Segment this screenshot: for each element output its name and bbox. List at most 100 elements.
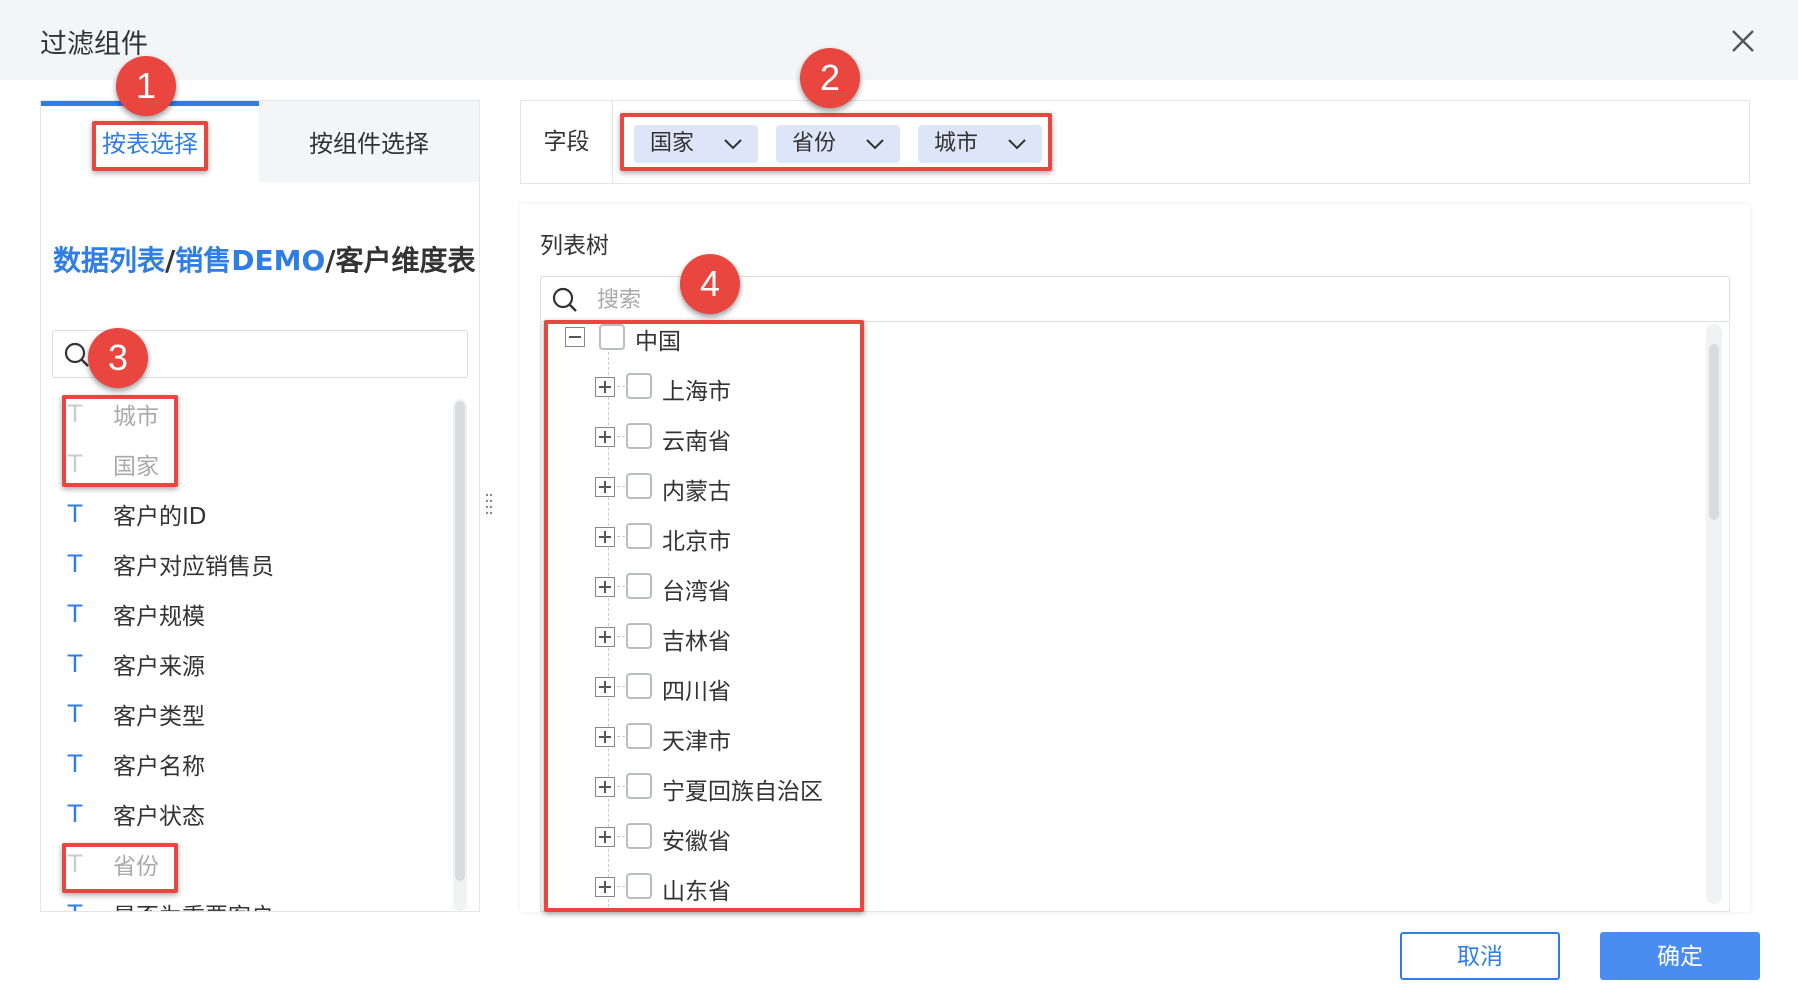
tab-by-component[interactable]: 按组件选择	[259, 101, 479, 182]
expand-icon[interactable]	[595, 677, 615, 697]
field-label: 客户规模	[113, 604, 205, 630]
expand-icon[interactable]	[595, 377, 615, 397]
tree-search-input[interactable]	[597, 283, 1697, 317]
tree-node-label: 中国	[635, 329, 681, 355]
field-label: 客户状态	[113, 804, 205, 830]
resize-handle-icon[interactable]	[485, 492, 493, 518]
source-panel: 按表选择 按组件选择 数据列表/销售DEMO/客户维度表 T 城市 T 国家 T…	[40, 100, 480, 912]
chevron-down-icon[interactable]	[864, 134, 886, 154]
tree-connector	[617, 536, 625, 537]
field-item-province[interactable]: T 省份	[41, 841, 441, 885]
expand-icon[interactable]	[595, 477, 615, 497]
tree-checkbox[interactable]	[599, 324, 625, 350]
field-item-customer-type[interactable]: T 客户类型	[41, 691, 441, 735]
field-search-input[interactable]	[103, 337, 453, 371]
annotation-badge-4: 4	[680, 254, 740, 314]
scrollbar-thumb[interactable]	[1709, 344, 1719, 520]
tree-node-root: 中国	[565, 322, 965, 366]
collapse-icon[interactable]	[565, 327, 585, 347]
dialog-title: 过滤组件	[40, 29, 148, 60]
field-item-customer-source[interactable]: T 客户来源	[41, 641, 441, 685]
tree-node-child: 台湾省	[593, 566, 993, 610]
breadcrumb-sales-demo[interactable]: 销售DEMO	[175, 244, 325, 277]
tree-checkbox[interactable]	[626, 823, 652, 849]
tree-node-label: 山东省	[662, 879, 731, 905]
tree-checkbox[interactable]	[626, 873, 652, 899]
tree-checkbox[interactable]	[626, 623, 652, 649]
tree-node-child: 山东省	[593, 866, 993, 910]
tree-node-label: 北京市	[662, 529, 731, 555]
breadcrumb-separator: /	[165, 244, 176, 277]
tree-node-label: 云南省	[662, 429, 731, 455]
tree-node-label: 宁夏回族自治区	[662, 779, 823, 805]
chip-label: 国家	[650, 131, 695, 156]
tree-connector	[617, 486, 625, 487]
breadcrumb-data-list[interactable]: 数据列表	[53, 244, 165, 277]
text-type-icon: T	[67, 500, 83, 528]
expand-icon[interactable]	[595, 727, 615, 747]
tree-checkbox[interactable]	[626, 573, 652, 599]
breadcrumb: 数据列表/销售DEMO/客户维度表	[53, 239, 476, 279]
tree-checkbox[interactable]	[626, 523, 652, 549]
field-chip-country[interactable]: 国家	[634, 125, 758, 163]
tree-node-child: 宁夏回族自治区	[593, 766, 993, 810]
text-type-icon: T	[67, 400, 83, 428]
chevron-down-icon[interactable]	[1006, 134, 1028, 154]
confirm-button[interactable]: 确定	[1600, 932, 1760, 980]
field-item-country[interactable]: T 国家	[41, 441, 441, 485]
field-label: 省份	[113, 854, 159, 880]
expand-icon[interactable]	[595, 427, 615, 447]
field-label: 城市	[113, 404, 159, 430]
expand-icon[interactable]	[595, 877, 615, 897]
breadcrumb-separator: /	[325, 244, 336, 277]
search-icon	[552, 287, 577, 312]
tree-checkbox[interactable]	[626, 373, 652, 399]
field-chip-province[interactable]: 省份	[776, 125, 900, 163]
tree-node-label: 天津市	[662, 729, 731, 755]
tree-node-child: 吉林省	[593, 616, 993, 660]
tree-node-child: 四川省	[593, 666, 993, 710]
field-item-customer-id[interactable]: T 客户的ID	[41, 491, 441, 535]
expand-icon[interactable]	[595, 627, 615, 647]
field-label: 客户的ID	[113, 504, 207, 530]
field-item-important-customer[interactable]: T 是否为重要客户	[41, 891, 441, 911]
field-list-scrollbar[interactable]	[453, 399, 467, 911]
tree-connector	[617, 736, 625, 737]
field-item-customer-scale[interactable]: T 客户规模	[41, 591, 441, 635]
tree-checkbox[interactable]	[626, 423, 652, 449]
expand-icon[interactable]	[595, 827, 615, 847]
chevron-down-icon[interactable]	[722, 134, 744, 154]
tree-checkbox[interactable]	[626, 723, 652, 749]
text-type-icon: T	[67, 450, 83, 478]
list-tree-title: 列表树	[540, 233, 609, 259]
source-tabs: 按表选择 按组件选择	[41, 101, 479, 182]
scrollbar-thumb[interactable]	[455, 401, 465, 881]
expand-icon[interactable]	[595, 777, 615, 797]
tree-connector	[617, 886, 625, 887]
tree-checkbox[interactable]	[626, 673, 652, 699]
text-type-icon: T	[67, 850, 83, 878]
field-item-customer-status[interactable]: T 客户状态	[41, 791, 441, 835]
tree-node-label: 安徽省	[662, 829, 731, 855]
close-icon[interactable]	[1726, 24, 1760, 58]
breadcrumb-current-table: 客户维度表	[335, 244, 476, 277]
expand-icon[interactable]	[595, 527, 615, 547]
expand-icon[interactable]	[595, 577, 615, 597]
text-type-icon: T	[67, 800, 83, 828]
field-item-customer-name[interactable]: T 客户名称	[41, 741, 441, 785]
dialog-header: 过滤组件	[0, 0, 1798, 80]
field-item-city[interactable]: T 城市	[41, 391, 441, 435]
cancel-button[interactable]: 取消	[1400, 932, 1560, 980]
tree-checkbox[interactable]	[626, 773, 652, 799]
tree-connector	[617, 386, 625, 387]
chip-label: 省份	[792, 131, 837, 156]
field-item-customer-salesperson[interactable]: T 客户对应销售员	[41, 541, 441, 585]
tree-node-label: 上海市	[662, 379, 731, 405]
field-chip-city[interactable]: 城市	[918, 125, 1042, 163]
tree-node-child: 北京市	[593, 516, 993, 560]
text-type-icon: T	[67, 700, 83, 728]
tree-scrollbar[interactable]	[1706, 324, 1722, 904]
tree-connector	[617, 636, 625, 637]
tree-checkbox[interactable]	[626, 473, 652, 499]
field-label: 客户名称	[113, 754, 205, 780]
